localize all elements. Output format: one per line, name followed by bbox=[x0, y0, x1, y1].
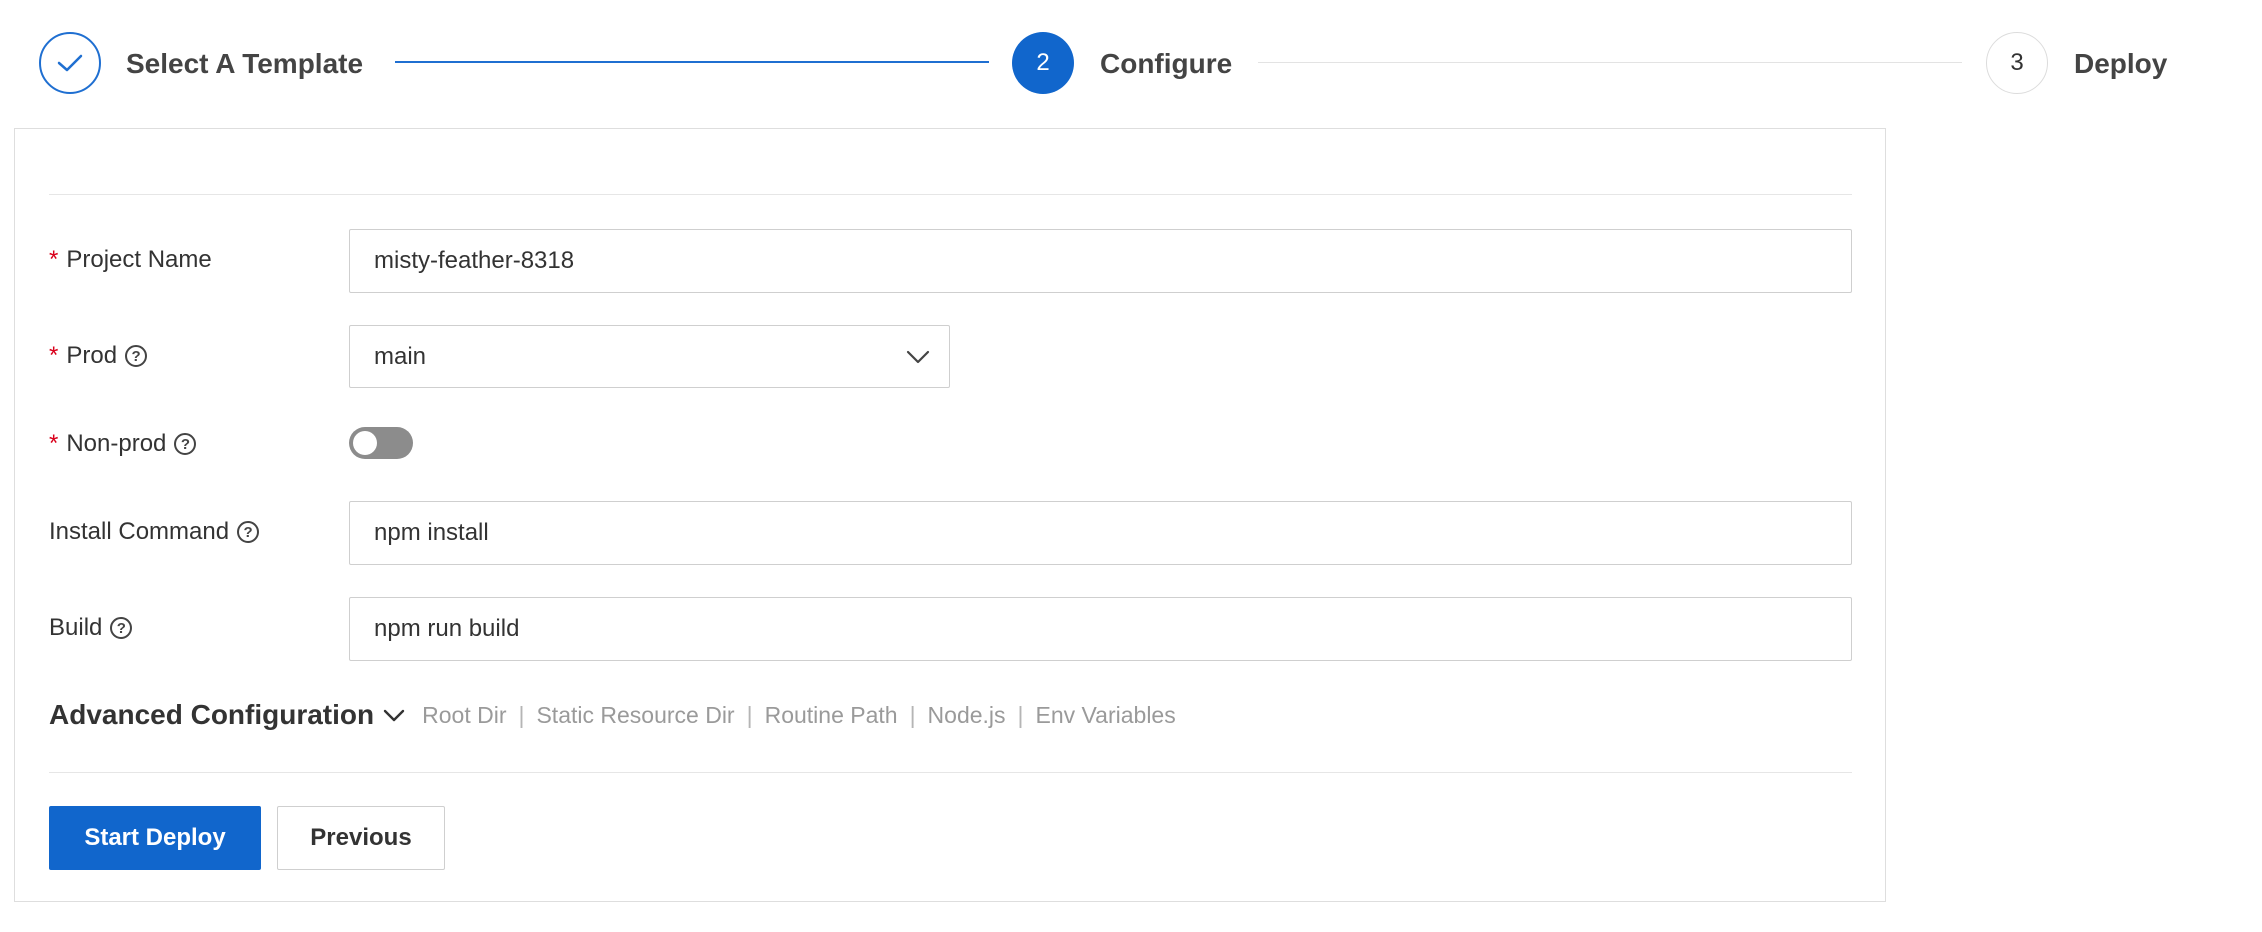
configure-card: * Project Name * Prod ? main * Non-prod … bbox=[14, 128, 1886, 902]
chevron-down-icon bbox=[906, 350, 930, 364]
chevron-down-icon[interactable] bbox=[382, 703, 406, 727]
build-command-input[interactable] bbox=[349, 597, 1852, 661]
step-connector-2 bbox=[1258, 62, 1962, 63]
install-command-input[interactable] bbox=[349, 501, 1852, 565]
required-mark: * bbox=[49, 430, 59, 457]
help-icon[interactable]: ? bbox=[174, 433, 197, 455]
step-2-label: Configure bbox=[1100, 48, 1233, 79]
adv-item-root-dir[interactable]: Root Dir bbox=[422, 702, 506, 729]
help-icon[interactable]: ? bbox=[110, 617, 133, 639]
help-icon[interactable]: ? bbox=[237, 521, 260, 543]
project-name-label: * Project Name bbox=[49, 246, 212, 273]
step-2-circle: 2 bbox=[1012, 32, 1074, 94]
required-mark: * bbox=[49, 246, 59, 273]
prod-branch-value: main bbox=[374, 342, 427, 370]
separator: | bbox=[518, 701, 525, 728]
step-3-label: Deploy bbox=[2074, 48, 2168, 79]
required-mark: * bbox=[49, 342, 59, 369]
step-3-circle: 3 bbox=[1986, 32, 2048, 94]
check-icon bbox=[57, 54, 83, 72]
advanced-configuration-title[interactable]: Advanced Configuration bbox=[49, 699, 374, 731]
separator: | bbox=[909, 701, 916, 728]
non-prod-toggle[interactable] bbox=[349, 427, 413, 459]
prod-branch-select[interactable]: main bbox=[349, 325, 950, 388]
install-command-label: Install Command ? bbox=[49, 518, 260, 546]
steps-bar: Select A Template 2 Configure 3 Deploy bbox=[0, 0, 2262, 125]
step-1-circle bbox=[39, 32, 101, 94]
step-connector-1 bbox=[395, 61, 989, 63]
help-icon[interactable]: ? bbox=[125, 345, 148, 367]
build-label: Build ? bbox=[49, 614, 133, 642]
separator: | bbox=[746, 701, 753, 728]
toggle-knob bbox=[353, 431, 377, 455]
project-name-input[interactable] bbox=[349, 229, 1852, 293]
advanced-configuration[interactable]: Advanced Configuration Root Dir | Static… bbox=[49, 699, 1176, 731]
separator: | bbox=[1017, 701, 1024, 728]
adv-item-routine-path[interactable]: Routine Path bbox=[765, 702, 898, 729]
adv-item-nodejs[interactable]: Node.js bbox=[928, 702, 1006, 729]
prod-label: * Prod ? bbox=[49, 342, 148, 370]
non-prod-label: * Non-prod ? bbox=[49, 430, 197, 458]
bottom-divider bbox=[49, 772, 1852, 773]
adv-item-static-resource-dir[interactable]: Static Resource Dir bbox=[536, 702, 734, 729]
adv-item-env-variables[interactable]: Env Variables bbox=[1036, 702, 1176, 729]
start-deploy-button[interactable]: Start Deploy bbox=[49, 806, 261, 870]
step-1-label: Select A Template bbox=[126, 48, 364, 79]
previous-button[interactable]: Previous bbox=[277, 806, 445, 870]
top-divider bbox=[49, 194, 1852, 195]
